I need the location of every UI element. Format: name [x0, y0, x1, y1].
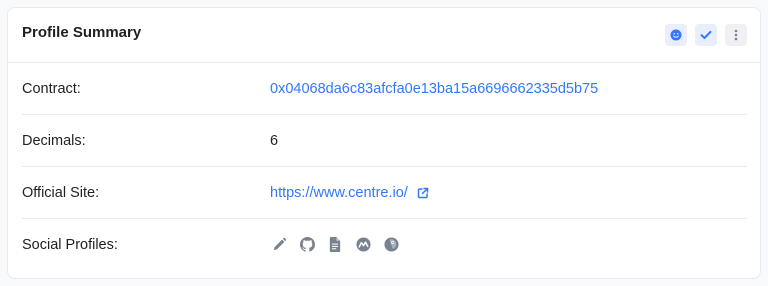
- check-icon: [700, 30, 712, 39]
- card-body: Contract: 0x04068da6c83afcfa0e13ba15a669…: [8, 63, 760, 270]
- coinmarketcap-icon[interactable]: [354, 236, 372, 254]
- card-title: Profile Summary: [22, 23, 142, 41]
- external-link-icon[interactable]: [417, 187, 429, 199]
- contract-row: Contract: 0x04068da6c83afcfa0e13ba15a669…: [22, 63, 747, 115]
- decimals-row: Decimals: 6: [22, 115, 747, 167]
- pencil-icon[interactable]: [270, 236, 288, 254]
- reputation-button[interactable]: [665, 24, 687, 46]
- decimals-value: 6: [270, 132, 279, 149]
- contract-value-wrap: 0x04068da6c83afcfa0e13ba15a6696662335d5b…: [270, 81, 598, 97]
- card-header: Profile Summary: [8, 8, 760, 63]
- official-site-link[interactable]: https://www.centre.io/: [270, 185, 408, 201]
- smiley-icon: [670, 29, 682, 41]
- verified-button[interactable]: [695, 24, 717, 46]
- social-profiles-label: Social Profiles:: [22, 236, 118, 253]
- official-site-value-wrap: https://www.centre.io/: [270, 185, 429, 201]
- more-vertical-icon: [734, 29, 738, 41]
- github-icon[interactable]: [298, 236, 316, 254]
- decimals-label: Decimals:: [22, 132, 86, 149]
- contract-label: Contract:: [22, 80, 81, 97]
- document-icon[interactable]: [326, 236, 344, 254]
- header-actions: [665, 24, 747, 46]
- more-options-button[interactable]: [725, 24, 747, 46]
- profile-summary-card: Profile Summary Contract: 0x04068da6c83a…: [7, 7, 761, 279]
- social-profiles-row: Social Profiles:: [22, 219, 747, 270]
- contract-address-link[interactable]: 0x04068da6c83afcfa0e13ba15a6696662335d5b…: [270, 81, 598, 97]
- coingecko-icon[interactable]: [382, 236, 400, 254]
- official-site-label: Official Site:: [22, 184, 100, 201]
- official-site-row: Official Site: https://www.centre.io/: [22, 167, 747, 219]
- social-icons: [270, 236, 400, 254]
